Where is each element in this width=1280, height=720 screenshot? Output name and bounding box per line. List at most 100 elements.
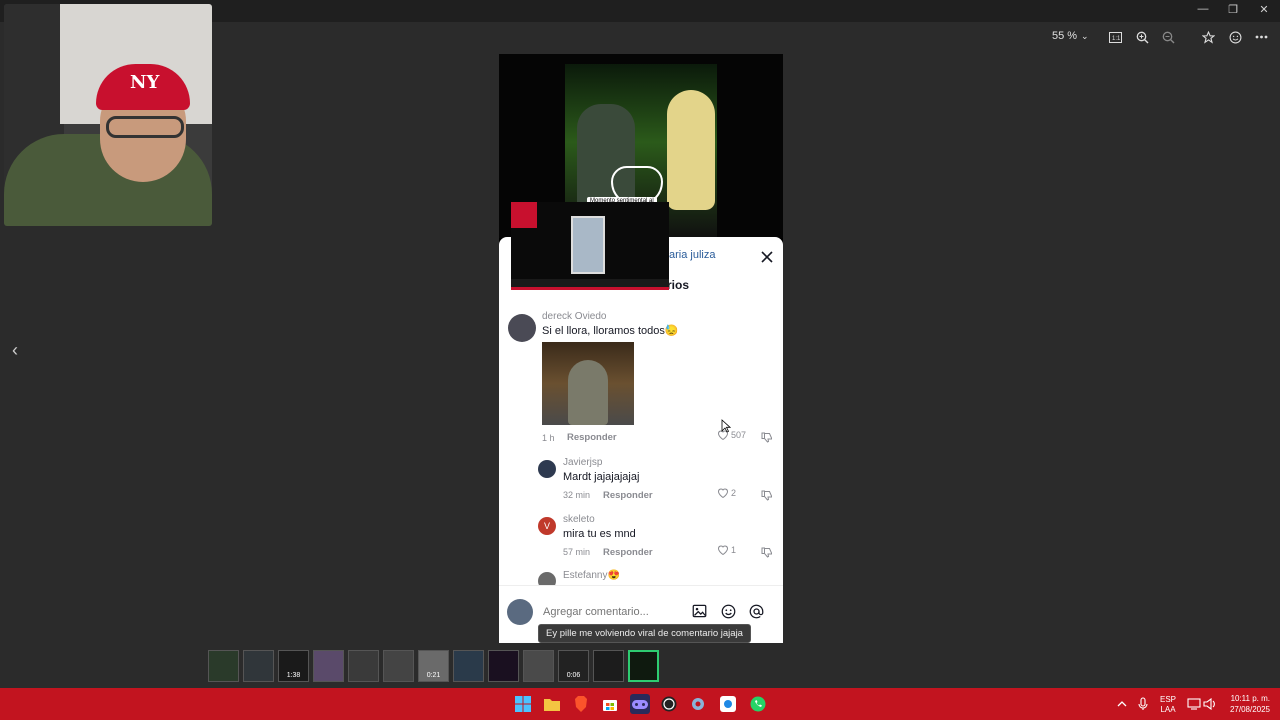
star-favorite-icon[interactable]: [1198, 27, 1218, 47]
capture-app-icon[interactable]: [718, 694, 738, 714]
comment-text: mira tu es mnd: [563, 528, 636, 540]
mouse-cursor-icon: [721, 419, 731, 433]
mention-icon[interactable]: [746, 601, 766, 621]
zoom-level-dropdown[interactable]: 55 %: [1052, 30, 1077, 42]
avatar[interactable]: V: [538, 517, 556, 535]
file-explorer-icon[interactable]: [542, 694, 562, 714]
comments-title: rios: [667, 278, 690, 292]
mini-player-thumbnail[interactable]: [511, 202, 669, 290]
brave-browser-icon[interactable]: [571, 694, 591, 714]
thumbnail[interactable]: [313, 650, 344, 682]
mini-phone-image: [571, 216, 605, 274]
close-window-button[interactable]: ✕: [1249, 3, 1279, 16]
thumbs-down-icon: [761, 432, 772, 443]
like-button[interactable]: 1: [717, 544, 736, 555]
thumbs-down-icon: [761, 490, 772, 501]
microphone-icon[interactable]: [1133, 694, 1153, 714]
actual-size-icon[interactable]: 1:1: [1105, 27, 1125, 47]
svg-text:1:1: 1:1: [1112, 36, 1121, 42]
tooltip: Ey pille me volviendo viral de comentari…: [538, 624, 751, 643]
chevron-down-icon[interactable]: ⌄: [1081, 31, 1089, 42]
windows-start-icon[interactable]: [513, 694, 533, 714]
close-icon: [761, 251, 773, 263]
clock-time: 10:11 p. m.: [1230, 694, 1270, 703]
comment-time: 32 min: [563, 490, 591, 500]
more-options-icon[interactable]: [1251, 27, 1271, 47]
emoji-icon[interactable]: [718, 601, 738, 621]
thumbs-down-icon: [761, 547, 772, 558]
language-code: ESP: [1159, 695, 1176, 704]
clock-date: 27/08/2025: [1229, 705, 1270, 714]
chevron-up-icon[interactable]: [1112, 694, 1132, 714]
comment-username[interactable]: Javierjsp: [563, 457, 602, 468]
heart-icon: [717, 545, 729, 555]
obs-studio-icon[interactable]: [659, 694, 679, 714]
comments-sheet: aria juliza rios dereck Oviedo Si el llo…: [499, 237, 783, 643]
reply-button[interactable]: Responder: [603, 490, 653, 501]
zoom-out-icon[interactable]: [1158, 27, 1178, 47]
comments-list: dereck Oviedo Si el llora, lloramos todo…: [499, 309, 783, 585]
thumbnail[interactable]: [208, 650, 239, 682]
comment-time: 57 min: [563, 547, 591, 557]
language-indicator[interactable]: ESP LAA: [1156, 695, 1180, 715]
thumbnail[interactable]: [488, 650, 519, 682]
like-count: 2: [731, 487, 737, 498]
webcam-glasses: [106, 116, 184, 138]
zoom-in-icon[interactable]: [1132, 27, 1152, 47]
dislike-button[interactable]: [761, 488, 773, 506]
avatar[interactable]: [508, 314, 536, 342]
comment-username[interactable]: skeleto: [563, 514, 595, 525]
reply-button[interactable]: Responder: [567, 432, 617, 443]
heart-icon: [717, 488, 729, 498]
mini-avatar: [511, 202, 537, 228]
comment-time: 1 h: [542, 433, 555, 443]
previous-arrow-icon[interactable]: ‹: [12, 340, 18, 361]
comment-username[interactable]: dereck Oviedo: [542, 311, 606, 322]
thumbnail[interactable]: 0:06: [558, 650, 589, 682]
dislike-button[interactable]: [761, 545, 773, 563]
comment-text: Si el llora, lloramos todos😓: [542, 325, 679, 337]
thumbnail[interactable]: [453, 650, 484, 682]
mini-progress-bar: [511, 279, 669, 287]
search-tag-link[interactable]: aria juliza: [669, 249, 715, 261]
taskbar: ESP LAA 10:11 p. m. 27/08/2025: [0, 688, 1280, 720]
emoji-feedback-icon[interactable]: [1225, 27, 1245, 47]
microsoft-store-icon[interactable]: [600, 694, 620, 714]
sticker-person: [568, 360, 608, 425]
system-clock[interactable]: 10:11 p. m. 27/08/2025: [1222, 693, 1270, 715]
avatar[interactable]: [538, 572, 556, 585]
minimize-button[interactable]: —: [1188, 3, 1218, 15]
keyboard-layout: LAA: [1160, 705, 1176, 714]
whatsapp-icon[interactable]: [748, 694, 768, 714]
restore-button[interactable]: ❐: [1218, 3, 1248, 16]
image-icon[interactable]: [689, 601, 709, 621]
gamepad-icon[interactable]: [630, 694, 650, 714]
thumbnail[interactable]: [523, 650, 554, 682]
thumbnail[interactable]: [243, 650, 274, 682]
thumbnail[interactable]: [348, 650, 379, 682]
reply-button[interactable]: Responder: [603, 547, 653, 558]
thumbnail[interactable]: [383, 650, 414, 682]
like-button[interactable]: 2: [717, 487, 736, 498]
thumbnail-strip: 1:38 0:21 0:06: [208, 650, 659, 684]
comment-sticker-image[interactable]: [542, 342, 634, 425]
video-person-blonde: [667, 90, 715, 210]
close-comments-button[interactable]: [757, 247, 777, 267]
thumbnail[interactable]: [593, 650, 624, 682]
avatar[interactable]: [538, 460, 556, 478]
cap-logo: NY: [130, 72, 160, 93]
dislike-button[interactable]: [761, 430, 773, 448]
thumbnail-active[interactable]: [628, 650, 659, 682]
avatar: [507, 599, 533, 625]
thumbnail[interactable]: 1:38: [278, 650, 309, 682]
volume-icon[interactable]: [1200, 694, 1220, 714]
thumbnail[interactable]: 0:21: [418, 650, 449, 682]
settings-gear-icon[interactable]: [688, 694, 708, 714]
webcam-overlay: NY: [4, 4, 212, 226]
comment-username[interactable]: Estefanny😍: [563, 570, 620, 581]
like-count: 507: [731, 429, 747, 440]
phone-screenshot: Momento sentimental al aria juliza rios …: [499, 54, 783, 643]
like-count: 1: [731, 544, 737, 555]
comment-text: Mardt jajajajajaj: [563, 471, 640, 483]
comment-input[interactable]: [543, 601, 683, 623]
